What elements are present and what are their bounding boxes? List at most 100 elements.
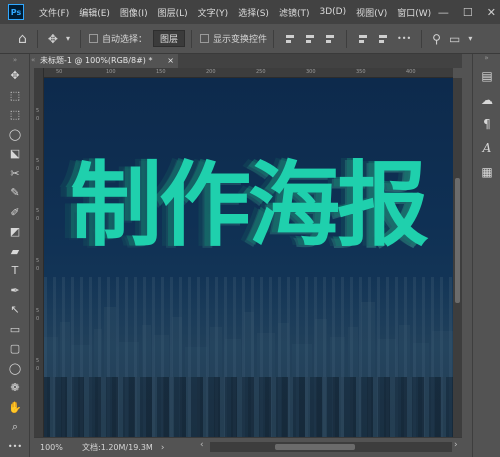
gradient-tool-icon[interactable]: ▰ [0, 242, 30, 262]
divider [191, 29, 192, 48]
menu-window[interactable]: 窗口(W) [392, 6, 436, 19]
workspace-icon[interactable]: ▭ [445, 32, 464, 46]
layers-panel-icon[interactable]: ▦ [473, 160, 500, 184]
more-tools-icon[interactable]: ••• [0, 437, 30, 457]
document-canvas[interactable]: 制作海报 制作海报 [44, 78, 453, 437]
rectangle-tool-icon[interactable]: ▭ [0, 320, 30, 340]
ruler-tick: 250 [256, 69, 266, 75]
align-middle-icon[interactable] [377, 33, 389, 45]
close-icon[interactable]: ✕ [487, 6, 496, 19]
ruler-tick: 400 [406, 69, 416, 75]
zoom-level[interactable]: 100% [34, 443, 82, 452]
show-transform-checkbox[interactable] [200, 34, 209, 43]
path-select-tool-icon[interactable]: ↖ [0, 300, 30, 320]
chevron-down-icon[interactable]: ▾ [464, 34, 476, 43]
zoom-tool-icon[interactable]: ⌕ [0, 417, 30, 437]
move-tool-icon[interactable]: ✥ [44, 32, 62, 46]
menu-select[interactable]: 选择(S) [233, 6, 274, 19]
divider [36, 29, 38, 48]
panel-grip[interactable]: » [0, 54, 30, 66]
panel-grip-icon[interactable]: » [473, 54, 500, 64]
tools-panel: » ✥ ⬚ ⬚ ◯ ⬕ ✂ ✎ ✐ ◩ ▰ T ✒ ↖ ▭ ▢ ◯ ❁ ✋ ⌕ … [0, 54, 30, 457]
ruler-horizontal[interactable]: 50 100 150 200 250 300 350 400 [44, 68, 453, 78]
document-tab[interactable]: 未标题-1 @ 100%(RGB/8#) * × [36, 54, 178, 68]
options-bar: ⌂ ✥ ▾ 自动选择： 图层 显示变换控件 ••• ⚲ ▭ ▾ [0, 24, 500, 54]
menu-image[interactable]: 图像(I) [115, 6, 153, 19]
quick-select-tool-icon[interactable]: ⬕ [0, 144, 30, 164]
close-tab-icon[interactable]: × [167, 54, 174, 68]
rounded-rectangle-tool-icon[interactable]: ▢ [0, 339, 30, 359]
ellipse-tool-icon[interactable]: ◯ [0, 359, 30, 379]
brush-tool-icon[interactable]: ✐ [0, 203, 30, 223]
ruler-tick: 300 [306, 69, 316, 75]
chevron-down-icon[interactable]: ▾ [62, 34, 74, 43]
vertical-scroll-thumb[interactable] [455, 178, 460, 303]
paragraph-panel-icon[interactable]: ¶ [473, 112, 500, 136]
ruler-tick: 150 [156, 69, 166, 75]
type-tool-icon[interactable]: T [0, 261, 30, 281]
auto-select-checkbox[interactable] [88, 34, 98, 43]
eraser-tool-icon[interactable]: ◩ [0, 222, 30, 242]
ruler-tick: 0 [36, 116, 40, 122]
ruler-tick: 5 [36, 208, 40, 214]
custom-shape-tool-icon[interactable]: ❁ [0, 378, 30, 398]
document-tab-label: 未标题-1 @ 100%(RGB/8#) * [40, 56, 153, 65]
hand-tool-icon[interactable]: ✋ [0, 398, 30, 418]
ruler-tick: 50 [56, 69, 63, 75]
ruler-tick: 100 [106, 69, 116, 75]
artboard-tool-icon[interactable]: ⬚ [0, 86, 30, 106]
home-icon[interactable]: ⌂ [14, 31, 31, 47]
menu-3d[interactable]: 3D(D) [314, 7, 351, 17]
more-options-icon[interactable]: ••• [393, 34, 415, 43]
photoshop-logo: Ps [8, 4, 24, 20]
ruler-vertical[interactable]: 5 0 5 0 5 0 5 0 5 0 5 0 [34, 68, 44, 437]
vertical-scrollbar[interactable] [453, 78, 462, 437]
menu-file[interactable]: 文件(F) [34, 6, 74, 19]
menu-view[interactable]: 视图(V) [351, 6, 392, 19]
crop-tool-icon[interactable]: ✂ [0, 164, 30, 184]
panel-gutter [462, 54, 472, 457]
marquee-tool-icon[interactable]: ⬚ [0, 105, 30, 125]
show-transform-label: 显示变换控件 [213, 35, 268, 45]
align-left-icon[interactable] [284, 33, 296, 45]
divider [273, 29, 275, 48]
ruler-tick: 5 [36, 358, 40, 364]
horizontal-scroll-thumb[interactable] [275, 444, 355, 450]
horizontal-scrollbar[interactable] [210, 442, 452, 452]
align-right-icon[interactable] [324, 33, 336, 45]
tab-grip-icon[interactable]: « [31, 56, 35, 64]
menu-type[interactable]: 文字(Y) [193, 6, 234, 19]
city-foreground [44, 377, 453, 437]
minimize-icon[interactable]: — [438, 6, 449, 19]
lasso-tool-icon[interactable]: ◯ [0, 125, 30, 145]
poster-title-text: 制作海报 [70, 151, 429, 259]
poster-artwork: 制作海报 制作海报 [44, 78, 453, 437]
ruler-tick: 200 [206, 69, 216, 75]
divider [79, 29, 81, 48]
align-top-icon[interactable] [357, 33, 369, 45]
auto-select-label: 自动选择： [101, 35, 147, 45]
align-center-icon[interactable] [304, 33, 316, 45]
divider [346, 29, 348, 48]
window-controls: — ☐ ✕ [438, 0, 496, 24]
libraries-panel-icon[interactable]: ☁ [473, 88, 500, 112]
character-panel-icon[interactable]: A [473, 136, 500, 160]
eyedropper-tool-icon[interactable]: ✎ [0, 183, 30, 203]
ruler-tick: 5 [36, 158, 40, 164]
ruler-tick: 0 [36, 316, 40, 322]
auto-select-dropdown[interactable]: 图层 [152, 30, 185, 47]
move-tool-icon[interactable]: ✥ [0, 66, 30, 86]
menu-layer[interactable]: 图层(L) [153, 6, 193, 19]
poster-title: 制作海报 制作海报 [62, 150, 453, 261]
ruler-tick: 0 [36, 166, 40, 172]
pen-tool-icon[interactable]: ✒ [0, 281, 30, 301]
scroll-left-icon[interactable]: ‹ [200, 440, 204, 450]
menu-edit[interactable]: 编辑(E) [74, 6, 115, 19]
document-info[interactable]: 文档:1.20M/19.3M [82, 442, 153, 453]
maximize-icon[interactable]: ☐ [463, 6, 473, 19]
menu-filter[interactable]: 滤镜(T) [274, 6, 315, 19]
scroll-right-icon[interactable]: › [454, 440, 458, 450]
search-icon[interactable]: ⚲ [428, 32, 445, 46]
chevron-right-icon[interactable]: › [161, 443, 165, 453]
history-panel-icon[interactable]: ▤ [473, 64, 500, 88]
